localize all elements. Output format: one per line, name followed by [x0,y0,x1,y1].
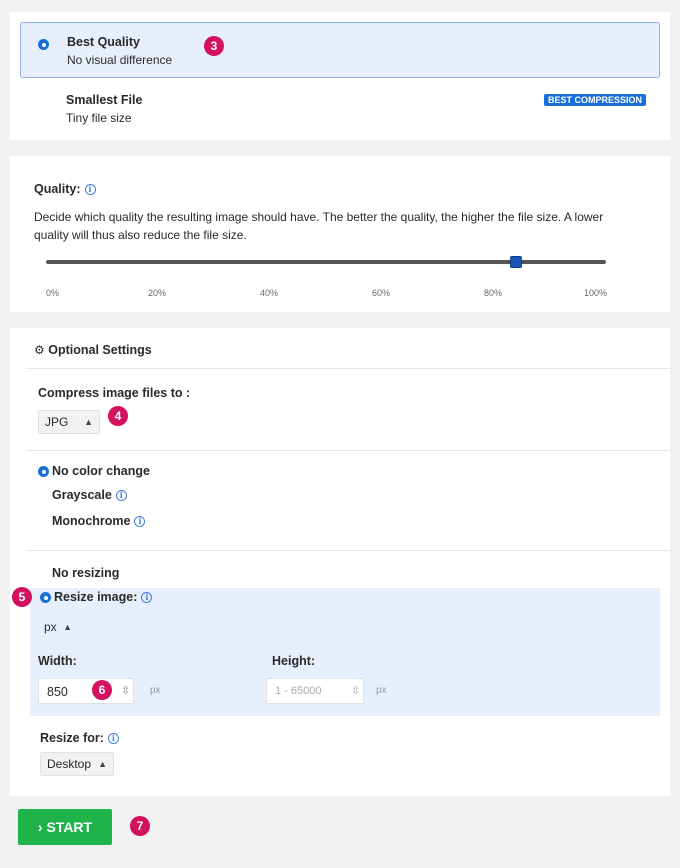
grayscale-label: Grayscale [52,488,112,502]
no-color-change-radio[interactable] [38,466,49,477]
best-quality-subtitle: No visual difference [67,53,173,67]
start-label: START [46,819,93,835]
resize-image-radio[interactable] [40,592,51,603]
width-value: 850 [47,685,68,699]
annotation-marker-7: 7 [130,816,150,836]
color-option-grayscale[interactable]: Grayscale i [52,488,127,502]
select-arrows-icon: ▲ [98,759,107,769]
stepper-icon: ⇳ [121,685,131,697]
quality-description: Decide which quality the resulting image… [34,210,604,242]
quality-slider-panel: Quality: i Decide which quality the resul… [10,156,670,312]
annotation-marker-6: 6 [92,680,112,700]
slider-tick-label: 20% [148,288,167,298]
grayscale-info-icon[interactable]: i [115,490,127,502]
slider-tick-label: 60% [372,288,391,298]
smallest-file-subtitle: Tiny file size [66,111,132,125]
no-color-change-label: No color change [52,464,150,478]
slider-tick-label: 80% [484,288,503,298]
format-select[interactable]: JPG ▲ [38,410,100,434]
optional-settings-title: Optional Settings [48,343,152,357]
best-quality-radio[interactable] [38,39,49,50]
start-button[interactable]: › START [18,809,112,845]
stepper-icon: ⇳ [351,685,361,697]
monochrome-info-icon[interactable]: i [134,516,146,528]
resize-for-label-text: Resize for: [40,731,104,745]
width-label: Width: [38,654,77,668]
width-unit: px [150,685,161,696]
divider [26,368,670,369]
resize-for-select[interactable]: Desktop ▲ [40,752,114,776]
best-quality-option[interactable]: Best Quality No visual difference [20,22,660,78]
slider-handle[interactable] [510,256,523,268]
quality-slider[interactable] [46,256,606,268]
unit-select[interactable]: px ▲ [38,616,78,640]
height-label: Height: [272,654,316,668]
chevron-right-icon: › [37,819,43,835]
gears-icon: ⚙ [34,343,45,357]
annotation-marker-4: 4 [108,406,128,426]
resize-image-section: Resize image: i px ▲ Width: Height: 850 ⇳… [30,588,660,716]
divider [26,450,670,451]
compress-label: Compress image files to : [38,386,191,400]
slider-tick-label: 100% [584,288,608,298]
optional-settings-panel: ⚙ Optional Settings Compress image files… [10,328,670,796]
height-input[interactable]: 1 - 65000 ⇳ [266,678,364,704]
annotation-marker-5: 5 [12,587,32,607]
annotation-marker-3: 3 [204,36,224,56]
resize-image-label-text: Resize image: [54,590,138,604]
no-resizing-option[interactable]: No resizing [52,566,119,580]
slider-tick-label: 40% [260,288,279,298]
best-quality-title: Best Quality [67,35,140,49]
quality-info-icon[interactable]: i [84,184,96,196]
unit-value: px [44,620,57,634]
resize-info-icon[interactable]: i [141,592,153,604]
height-placeholder: 1 - 65000 [275,685,322,697]
smallest-file-title: Smallest File [66,93,143,107]
select-arrows-icon: ▲ [84,417,93,427]
format-value: JPG [45,415,69,429]
quality-options-panel: Best Quality No visual difference Smalle… [10,12,670,140]
smallest-file-option[interactable]: Smallest File Tiny file size BEST COMPRE… [20,84,660,134]
slider-tick-label: 0% [46,288,60,298]
select-arrows-icon: ▲ [63,622,72,632]
resize-image-label: Resize image: i [54,590,153,604]
quality-label-text: Quality: [34,182,81,196]
width-input[interactable]: 850 ⇳ [38,678,134,704]
divider [26,550,670,551]
resize-for-value: Desktop [47,757,92,771]
resize-for-info-icon[interactable]: i [107,733,119,745]
resize-for-label: Resize for: i [40,731,119,745]
optional-settings-header: ⚙ Optional Settings [34,343,152,357]
color-option-monochrome[interactable]: Monochrome i [52,514,146,528]
best-compression-badge: BEST COMPRESSION [544,94,647,106]
height-unit: px [376,685,387,696]
quality-label: Quality: i [34,182,96,196]
smallest-file-radio[interactable] [37,96,48,107]
monochrome-label: Monochrome [52,514,131,528]
